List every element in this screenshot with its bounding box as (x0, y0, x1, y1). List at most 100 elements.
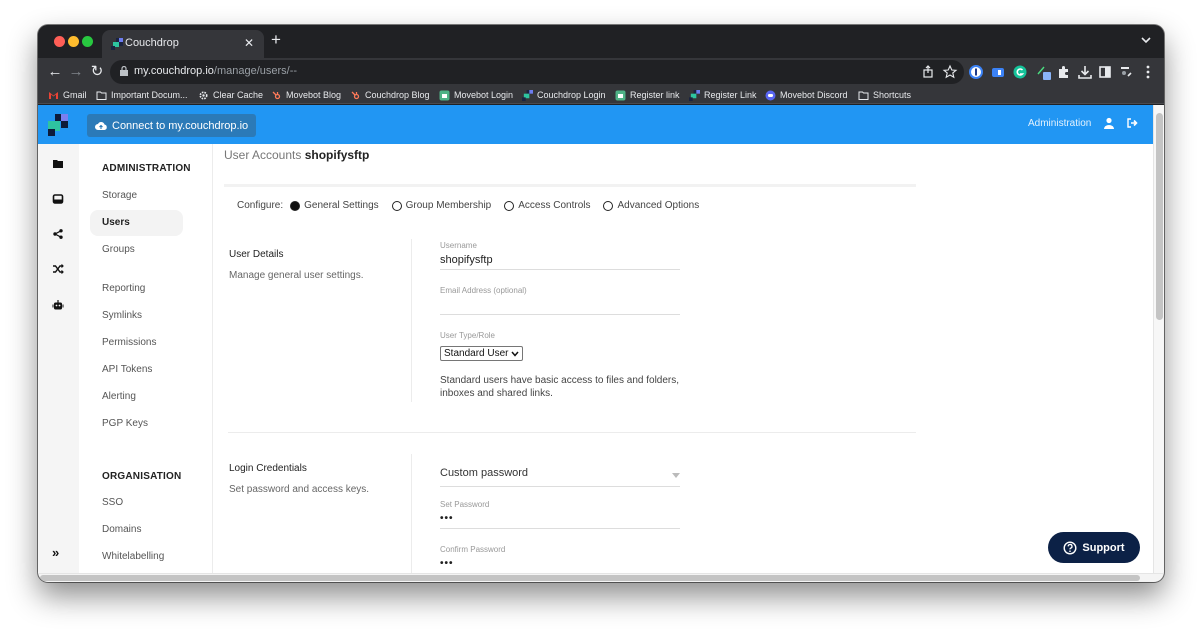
bookmark-register-link-movebot[interactable]: Register link (615, 87, 680, 103)
login-credentials-title: Login Credentials (229, 463, 307, 474)
confirm-password-input[interactable]: ••• (440, 558, 680, 573)
address-bar[interactable]: my.couchdrop.io/manage/users/-- (110, 60, 964, 84)
bookmark-movebot-discord[interactable]: Movebot Discord (765, 87, 848, 103)
extensions-puzzle-icon[interactable] (1054, 62, 1074, 82)
bookmark-label: Register Link (704, 90, 757, 100)
user-icon[interactable] (1103, 117, 1115, 129)
password-manager-extension-icon[interactable] (966, 62, 986, 82)
sidebar-item-groups[interactable]: Groups (90, 237, 183, 263)
maximize-window-button[interactable] (82, 36, 93, 47)
main-panel: User Accounts shopifysftp Configure: Gen… (214, 144, 1153, 573)
vertical-scroll-thumb[interactable] (1156, 113, 1163, 320)
expand-sidebar-icon[interactable]: » (52, 546, 64, 559)
bookmark-movebot-blog[interactable]: Movebot Blog (271, 87, 341, 103)
bookmark-label: Movebot Discord (780, 90, 848, 100)
password-mode-dropdown[interactable]: Custom password (440, 467, 680, 487)
radio-unselected-icon (504, 200, 515, 211)
sidebar-item-reporting[interactable]: Reporting (90, 276, 183, 302)
side-panel-icon[interactable] (1095, 62, 1115, 82)
bookmark-label: Movebot Login (454, 90, 514, 100)
bookmark-label: Important Docum... (111, 90, 188, 100)
tab-title: Couchdrop (125, 37, 179, 49)
role-select-value: Standard User (444, 348, 509, 359)
bookmark-clear-cache[interactable]: Clear Cache (198, 87, 263, 103)
color-picker-icon[interactable] (1034, 62, 1054, 82)
help-circle-icon (1063, 540, 1077, 555)
app-header: Connect to my.couchdrop.io Administratio… (38, 105, 1153, 144)
bookmark-label: Gmail (63, 90, 87, 100)
sidebar-item-users[interactable]: Users (90, 210, 183, 236)
extension-blue-icon[interactable] (988, 62, 1008, 82)
radio-access-controls[interactable]: Access Controls (504, 200, 590, 211)
admin-sidebar: ADMINISTRATION Storage Users Groups Repo… (79, 144, 213, 573)
section-divider (411, 454, 412, 573)
profile-incognito-icon[interactable] (1116, 62, 1136, 82)
sidebar-item-sso[interactable]: SSO (90, 490, 183, 516)
radio-group-membership[interactable]: Group Membership (391, 200, 491, 211)
forward-icon[interactable]: → (66, 62, 86, 82)
sidebar-item-alerting[interactable]: Alerting (90, 384, 183, 410)
divider (224, 184, 916, 187)
share-nodes-icon[interactable] (52, 228, 64, 240)
menu-kebab-icon[interactable] (1138, 62, 1158, 82)
bookmark-important-docs[interactable]: Important Docum... (96, 87, 188, 103)
sidebar-item-whitelabelling[interactable]: Whitelabelling (90, 544, 183, 570)
grammarly-icon[interactable] (1010, 62, 1030, 82)
couchdrop-logo-icon[interactable] (46, 114, 70, 138)
gmail-icon (49, 91, 58, 99)
folder-icon[interactable] (52, 158, 64, 170)
bookmark-gmail[interactable]: Gmail (48, 87, 87, 103)
sidebar-item-symlinks[interactable]: Symlinks (90, 303, 183, 329)
horizontal-scrollbar[interactable] (38, 573, 1164, 582)
bookmark-couchdrop-blog[interactable]: Couchdrop Blog (350, 87, 430, 103)
minimize-window-button[interactable] (68, 36, 79, 47)
set-password-input[interactable]: ••• (440, 513, 680, 529)
horizontal-scroll-thumb[interactable] (40, 575, 1140, 581)
sidebar-item-api-tokens[interactable]: API Tokens (90, 357, 183, 383)
new-tab-icon[interactable]: + (271, 30, 281, 50)
sidebar-item-storage[interactable]: Storage (90, 183, 183, 209)
share-icon[interactable] (920, 64, 936, 80)
sidebar-item-domains[interactable]: Domains (90, 517, 183, 543)
bookmark-register-link-couchdrop[interactable]: Register Link (689, 87, 757, 103)
bookmark-label: Couchdrop Login (537, 90, 606, 100)
radio-general-settings[interactable]: General Settings (290, 200, 379, 211)
reload-icon[interactable]: ↻ (87, 62, 107, 82)
chevron-down-icon[interactable] (1140, 34, 1152, 46)
close-window-button[interactable] (54, 36, 65, 47)
email-input[interactable] (440, 299, 680, 315)
sidebar-item-pgp-keys[interactable]: PGP Keys (90, 411, 183, 437)
username-input[interactable]: shopifysftp (440, 254, 680, 270)
role-select[interactable]: Standard User (440, 346, 524, 361)
bookmark-movebot-login[interactable]: Movebot Login (439, 87, 513, 103)
robot-icon[interactable] (52, 299, 64, 311)
cloud-upload-icon (95, 121, 107, 130)
bookmark-label: Couchdrop Blog (365, 90, 430, 100)
shuffle-icon[interactable] (52, 263, 64, 275)
back-icon[interactable]: ← (45, 62, 65, 82)
download-icon[interactable] (1075, 62, 1095, 82)
bookmark-couchdrop-login[interactable]: Couchdrop Login (522, 87, 606, 103)
tab-strip: Couchdrop ✕ + (38, 25, 1164, 58)
confirm-password-label: Confirm Password (440, 545, 506, 554)
radio-unselected-icon (391, 200, 402, 211)
gear-icon (199, 90, 208, 100)
bookmark-star-icon[interactable] (942, 64, 958, 80)
administration-link[interactable]: Administration (1028, 118, 1091, 129)
breadcrumb-section[interactable]: User Accounts (224, 148, 301, 162)
page-content: Connect to my.couchdrop.io Administratio… (38, 105, 1153, 573)
connect-button[interactable]: Connect to my.couchdrop.io (87, 114, 257, 137)
divider (228, 432, 916, 433)
lock-icon (120, 66, 128, 76)
support-button[interactable]: Support (1048, 532, 1140, 563)
close-tab-icon[interactable]: ✕ (244, 36, 254, 50)
sidebar-item-permissions[interactable]: Permissions (90, 330, 183, 356)
radio-advanced-options[interactable]: Advanced Options (603, 200, 699, 211)
vertical-scrollbar[interactable] (1153, 105, 1164, 573)
bookmark-shortcuts[interactable]: Shortcuts (858, 87, 911, 103)
logout-icon[interactable] (1126, 117, 1138, 129)
inbox-icon[interactable] (52, 193, 64, 205)
browser-tab[interactable]: Couchdrop ✕ (102, 30, 264, 58)
radio-label: Access Controls (518, 200, 591, 211)
radio-selected-icon (290, 200, 301, 211)
